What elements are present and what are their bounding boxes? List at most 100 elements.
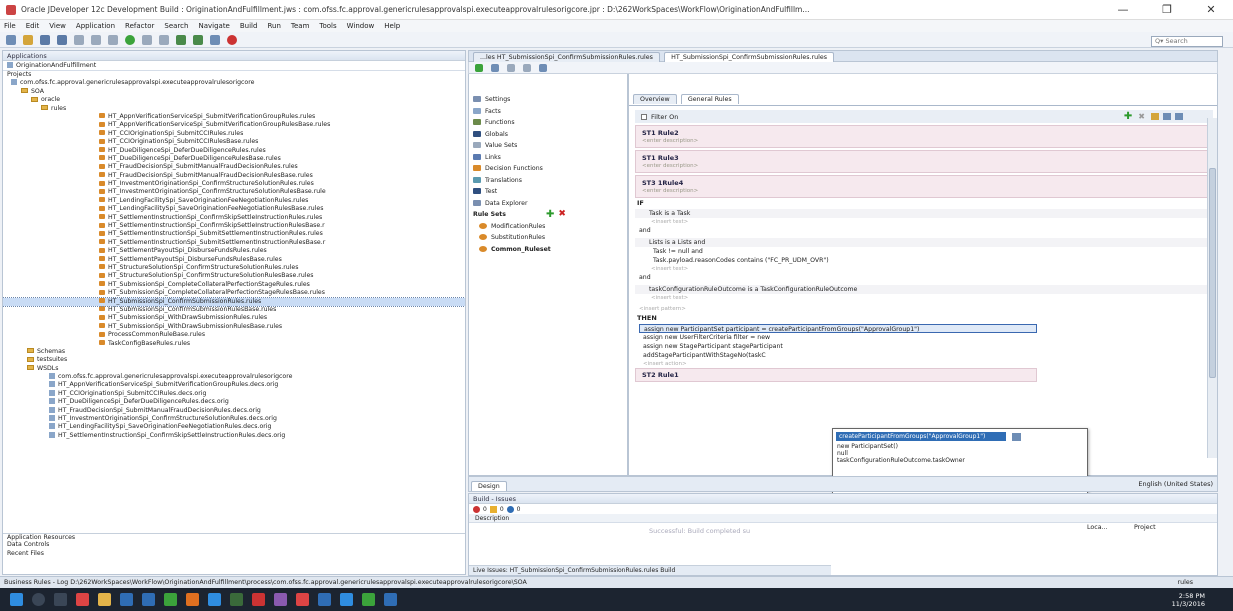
tree-file[interactable]: com.ofss.fc.approval.genericrulesapprova… — [3, 373, 465, 381]
menu-tools[interactable]: Tools — [319, 22, 336, 30]
menu-build[interactable]: Build — [240, 22, 258, 30]
condition[interactable]: Task is a Task — [635, 209, 1207, 218]
back-icon[interactable] — [507, 63, 515, 72]
tree-rules-file[interactable]: HT_SettlementPayoutSpi_DisburseFundsRule… — [3, 256, 465, 264]
deploy-icon[interactable] — [210, 34, 220, 45]
tree-rules-file[interactable]: HT_SettlementInstructionSpi_ConfirmSkipS… — [3, 214, 465, 222]
tree-file[interactable]: HT_LendingFacilitySpi_SaveOriginationFee… — [3, 423, 465, 431]
editor-tab-1[interactable]: ...les HT_SubmissionSpi_ConfirmSubmissio… — [473, 52, 660, 62]
editor-tab-2[interactable]: HT_SubmissionSpi_ConfirmSubmissionRules.… — [664, 52, 835, 62]
taskbar-app-icon[interactable] — [296, 593, 309, 606]
menu-search[interactable]: Search — [164, 22, 188, 30]
refresh-icon[interactable] — [491, 63, 499, 72]
taskbar-app-icon[interactable] — [318, 593, 331, 606]
tree-rules-file[interactable]: HT_FraudDecisionSpi_SubmitManualFraudDec… — [3, 163, 465, 171]
nav-decision-functions[interactable]: Decision Functions — [469, 163, 627, 175]
tree-rules-file[interactable]: HT_LendingFacilitySpi_SaveOriginationFee… — [3, 205, 465, 213]
design-tab[interactable]: Design — [471, 481, 507, 491]
rebuild-icon[interactable] — [193, 34, 203, 45]
nav-value-sets[interactable]: Value Sets — [469, 140, 627, 152]
tree-rules-file[interactable]: HT_DueDiligenceSpi_DeferDueDiligenceRule… — [3, 155, 465, 163]
rule-card[interactable]: ST1 Rule3 <enter description> — [635, 150, 1213, 173]
open-icon[interactable] — [23, 34, 33, 45]
nav-test[interactable]: Test — [469, 186, 627, 198]
add-rule-icon[interactable]: ✚ — [1124, 111, 1132, 122]
info-icon[interactable] — [506, 505, 514, 513]
location-column[interactable]: Loca... — [1087, 524, 1108, 531]
validate-icon[interactable] — [475, 63, 483, 72]
make-icon[interactable] — [176, 34, 186, 45]
tree-rules-file[interactable]: TaskConfigBaseRules.rules — [3, 340, 465, 348]
nav-functions[interactable]: Functions — [469, 117, 627, 129]
tree-rules-file[interactable]: HT_AppnVerificationServiceSpi_SubmitVeri… — [3, 121, 465, 129]
add-ruleset-icon[interactable]: ✚ — [546, 209, 554, 221]
condition[interactable]: Task != null and — [629, 247, 1217, 256]
menu-help[interactable]: Help — [384, 22, 400, 30]
tree-folder[interactable]: Schemas — [3, 348, 465, 356]
warning-icon[interactable] — [489, 505, 497, 513]
tree-rules-file[interactable]: HT_CCIOriginationSpi_SubmitCCIRulesBase.… — [3, 138, 465, 146]
undo-icon[interactable] — [91, 34, 101, 45]
new-icon[interactable] — [6, 34, 16, 45]
description-column[interactable]: Description — [475, 515, 509, 522]
taskbar-app-icon[interactable] — [340, 593, 353, 606]
close-button[interactable]: ✕ — [1189, 3, 1233, 16]
and-operator[interactable]: and — [629, 226, 1217, 235]
tree-rules-file[interactable]: HT_StructureSolutionSpi_ConfirmStructure… — [3, 264, 465, 272]
stop-icon[interactable] — [227, 34, 237, 45]
tree-folder[interactable]: WSDLs — [3, 365, 465, 373]
insert-test[interactable]: <insert test> — [629, 265, 1217, 273]
condition[interactable]: Lists is a Lists and — [635, 238, 1207, 247]
file-explorer-icon[interactable] — [98, 593, 111, 606]
tree-rules-file[interactable]: HT_SettlementInstructionSpi_SubmitSettle… — [3, 230, 465, 238]
clock[interactable]: 2:58 PM 11/3/2016 — [1172, 592, 1233, 608]
nav-links[interactable]: Links — [469, 152, 627, 164]
taskbar-app-icon[interactable] — [274, 593, 287, 606]
tree-rules-file[interactable]: HT_SubmissionSpi_WithDrawSubmissionRules… — [3, 323, 465, 331]
tree-folder-oracle[interactable]: oracle — [3, 96, 465, 104]
ie-icon[interactable] — [142, 593, 155, 606]
filter-checkbox[interactable] — [641, 113, 647, 120]
tree-file[interactable]: HT_AppnVerificationServiceSpi_SubmitVeri… — [3, 381, 465, 389]
save-icon[interactable] — [40, 34, 50, 45]
tree-rules-file[interactable]: HT_SettlementPayoutSpi_DisburseFundsRule… — [3, 247, 465, 255]
taskbar-app-icon[interactable] — [186, 593, 199, 606]
redo-icon[interactable] — [108, 34, 118, 45]
tree-file[interactable]: HT_DueDiligenceSpi_DeferDueDiligenceRule… — [3, 398, 465, 406]
expression-builder-icon[interactable] — [1012, 432, 1021, 441]
action-assign-stage[interactable]: assign new StageParticipant stagePartici… — [629, 342, 1217, 351]
forward-icon[interactable] — [523, 63, 531, 72]
run-icon[interactable] — [125, 34, 135, 45]
tree-rules-file[interactable]: ProcessCommonRuleBase.rules — [3, 331, 465, 339]
rule-description[interactable]: <enter description> — [642, 188, 1206, 194]
rule-card[interactable]: ST3 1Rule4 <enter description> — [635, 175, 1213, 198]
taskbar-app-icon[interactable] — [230, 593, 243, 606]
menu-window[interactable]: Window — [347, 22, 375, 30]
application-selector[interactable]: OriginationAndFulfillment — [3, 61, 465, 71]
delete-rule-icon[interactable]: ✖ — [1138, 112, 1145, 121]
tree-rules-file[interactable]: HT_SettlementInstructionSpi_SubmitSettle… — [3, 239, 465, 247]
action-assign-filter[interactable]: assign new UserFilterCriteria filter = n… — [629, 333, 1217, 342]
menu-application[interactable]: Application — [76, 22, 115, 30]
menu-run[interactable]: Run — [267, 22, 280, 30]
taskbar-app-icon[interactable] — [76, 593, 89, 606]
autocomplete-option[interactable]: null — [833, 450, 1087, 457]
tree-rules-file[interactable]: HT_SubmissionSpi_ConfirmSubmissionRules.… — [3, 296, 465, 307]
rule-description[interactable]: <enter description> — [642, 163, 1206, 169]
tab-overview[interactable]: Overview — [633, 94, 677, 104]
tree-rules-file[interactable]: HT_StructureSolutionSpi_ConfirmStructure… — [3, 272, 465, 280]
data-controls-section[interactable]: Data Controls — [3, 541, 465, 549]
nav-translations[interactable]: Translations — [469, 175, 627, 187]
editor-scrollbar-thumb[interactable] — [1209, 168, 1216, 378]
autocomplete-option[interactable]: taskConfigurationRuleOutcome.taskOwner — [833, 457, 1087, 464]
tree-file[interactable]: HT_FraudDecisionSpi_SubmitManualFraudDec… — [3, 406, 465, 415]
rule-card[interactable]: ST1 Rule2 <enter description> — [635, 125, 1213, 148]
condition[interactable]: Task.payload.reasonCodes contains ("FC_P… — [629, 256, 1217, 265]
tree-folder-soa[interactable]: SOA — [3, 88, 465, 96]
tree-rules-file[interactable]: HT_SubmissionSpi_ConfirmSubmissionRulesB… — [3, 306, 465, 314]
autocomplete-option[interactable]: new ParticipantSet() — [833, 443, 1087, 450]
tree-file[interactable]: HT_CCIOriginationSpi_SubmitCCIRules.decs… — [3, 389, 465, 398]
tree-file[interactable]: HT_SettlementInstructionSpi_ConfirmSkipS… — [3, 431, 465, 440]
error-icon[interactable] — [473, 505, 480, 513]
menu-refactor[interactable]: Refactor — [125, 22, 154, 30]
